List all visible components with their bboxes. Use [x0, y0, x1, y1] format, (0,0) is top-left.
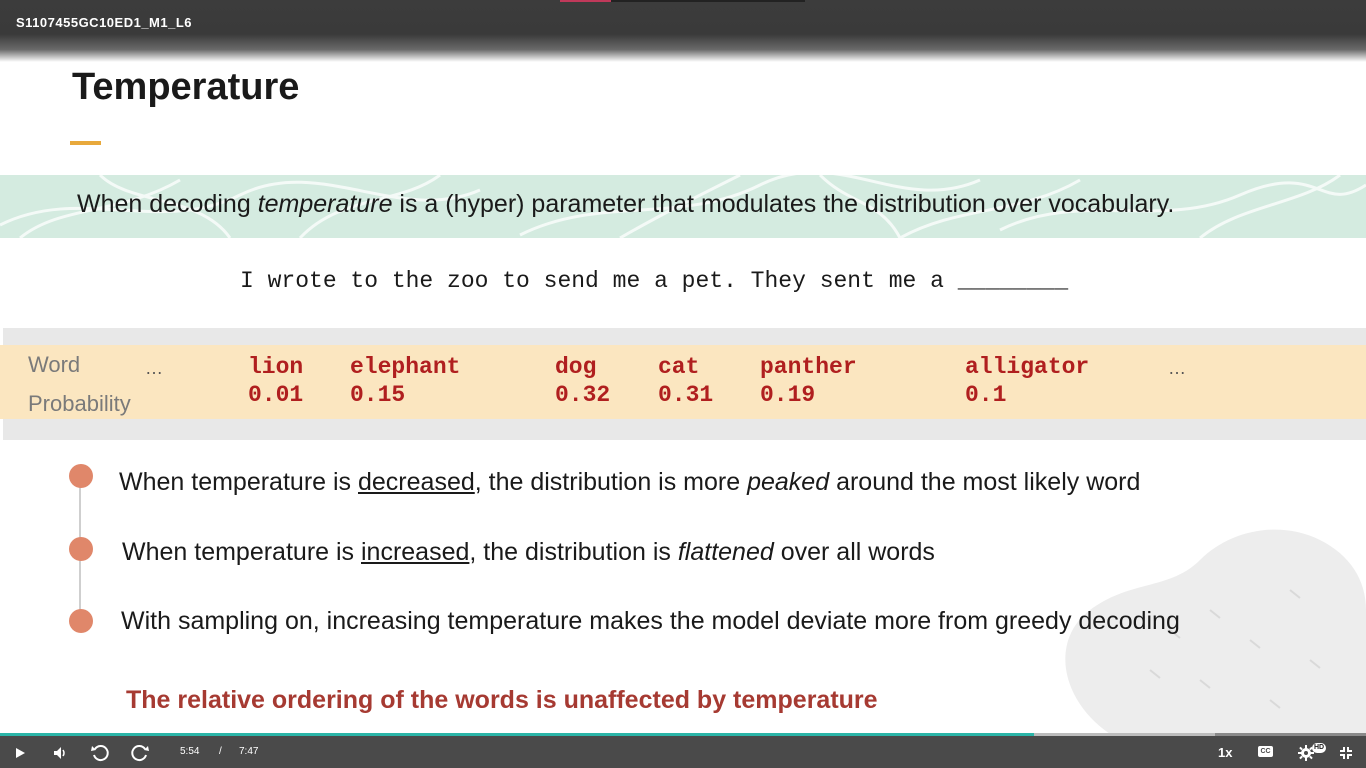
prob-elephant: 0.15 [350, 382, 406, 408]
word-elephant: elephant [350, 354, 461, 380]
current-time: 5:54 [180, 746, 200, 757]
forward-icon[interactable] [130, 743, 150, 763]
takeaway-text: The relative ordering of the words is un… [126, 686, 878, 714]
bullet-dot [69, 464, 93, 488]
bullet-dot [69, 609, 93, 633]
word-lion: lion [248, 354, 304, 380]
word-alligator: alligator [965, 354, 1090, 380]
rewind-icon[interactable] [90, 743, 110, 763]
ellipsis-right: … [1168, 358, 1186, 378]
prob-panther: 0.19 [760, 382, 816, 408]
prob-cat: 0.31 [658, 382, 714, 408]
definition-text: When decoding temperature is a (hyper) p… [77, 190, 1175, 218]
example-sentence: I wrote to the zoo to send me a pet. The… [240, 268, 1069, 294]
volume-icon[interactable] [52, 745, 68, 761]
time-separator: / [219, 746, 222, 757]
word-dog: dog [555, 354, 597, 380]
word-cat: cat [658, 354, 700, 380]
ellipsis-left: … [145, 358, 163, 378]
video-title: S1107455GC10ED1_M1_L6 [16, 15, 193, 30]
play-icon[interactable] [13, 746, 27, 760]
bullet-sampling: With sampling on, increasing temperature… [121, 607, 1180, 635]
slide-title: Temperature [72, 66, 300, 108]
bullet-dot [69, 537, 93, 561]
probability-label: Probability [28, 391, 131, 416]
captions-icon[interactable]: CC [1258, 746, 1273, 757]
title-accent-bar [70, 141, 101, 145]
video-top-bar: S1107455GC10ED1_M1_L6 [0, 0, 1366, 62]
word-panther: panther [760, 354, 857, 380]
hd-badge: HD [1312, 743, 1326, 753]
chapter-progress [560, 0, 805, 2]
exit-fullscreen-icon[interactable] [1339, 746, 1353, 760]
bullet-decreased: When temperature is decreased, the distr… [119, 468, 1141, 496]
playback-speed-button[interactable]: 1x [1218, 745, 1232, 760]
prob-alligator: 0.1 [965, 382, 1007, 408]
prob-lion: 0.01 [248, 382, 304, 408]
word-label: Word [28, 352, 81, 377]
bullet-increased: When temperature is increased, the distr… [122, 538, 935, 566]
player-controls [0, 736, 1366, 768]
prob-dog: 0.32 [555, 382, 611, 408]
duration: 7:47 [239, 746, 259, 757]
